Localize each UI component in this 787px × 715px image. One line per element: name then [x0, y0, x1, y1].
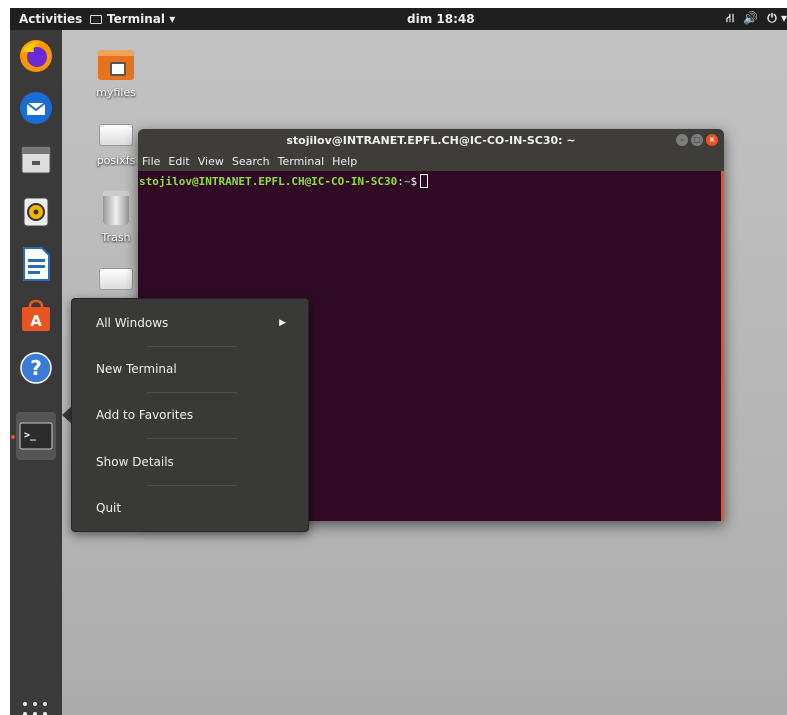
clock[interactable]: dim 18:48 [407, 12, 475, 26]
desktop-icon-posixfs[interactable]: posixfs [86, 124, 146, 167]
menu-item-label: Show Details [96, 455, 174, 469]
software-icon[interactable]: A [16, 296, 56, 336]
terminal-title-bar[interactable]: stojilov@INTRANET.EPFL.CH@IC-CO-IN-SC30:… [138, 129, 724, 151]
menu-item-label: All Windows [96, 316, 169, 330]
menu-item-label: New Terminal [96, 362, 177, 376]
terminal-icon[interactable]: >_ [16, 412, 56, 460]
menu-help[interactable]: Help [332, 155, 357, 168]
menu-item-quit[interactable]: Quit [72, 485, 308, 531]
show-applications-icon[interactable] [23, 702, 49, 715]
submenu-arrow-icon: ▶ [279, 318, 286, 328]
desktop-icon-label: myfiles [96, 86, 136, 99]
network-icon[interactable]: ⛙ [726, 11, 734, 27]
menu-file[interactable]: File [142, 155, 160, 168]
terminal-title: stojilov@INTRANET.EPFL.CH@IC-CO-IN-SC30:… [286, 133, 576, 147]
dock: A ? >_ [10, 30, 62, 715]
minimize-icon[interactable]: – [676, 134, 688, 146]
menu-view[interactable]: View [198, 155, 224, 168]
prompt-colon: : [397, 175, 404, 188]
menu-item-show-details[interactable]: Show Details [72, 439, 308, 485]
desktop-icon-label: posixfs [96, 154, 136, 167]
menu-item-label: Add to Favorites [96, 408, 194, 422]
firefox-icon[interactable] [16, 36, 56, 76]
volume-icon[interactable]: 🔊 [743, 11, 758, 27]
app-menu[interactable]: Terminal ▾ [90, 12, 175, 26]
drive-icon [99, 124, 133, 146]
scrollbar-edge[interactable] [721, 171, 724, 521]
terminal-menubar: File Edit View Search Terminal Help [138, 151, 724, 171]
menu-item-label: Quit [96, 501, 122, 515]
activities-button[interactable]: Activities [19, 12, 82, 26]
desktop-icon-trash[interactable]: Trash [86, 191, 146, 244]
desktop-icon-myfiles[interactable]: myfiles [86, 50, 146, 99]
maximize-icon[interactable]: □ [691, 134, 703, 146]
menu-terminal[interactable]: Terminal [278, 155, 325, 168]
help-icon[interactable]: ? [16, 348, 56, 388]
software-glyph: A [30, 312, 42, 330]
system-tray[interactable]: ⛙ 🔊 ⏻ ▾ [726, 11, 787, 27]
help-glyph: ? [30, 356, 42, 380]
folder-icon [98, 50, 134, 80]
menu-edit[interactable]: Edit [168, 155, 189, 168]
files-icon[interactable] [16, 140, 56, 180]
menu-item-all-windows[interactable]: All Windows ▶ [72, 300, 308, 346]
writer-icon[interactable] [16, 244, 56, 284]
desktop-icon-drive[interactable] [86, 268, 146, 290]
close-icon[interactable]: × [706, 134, 718, 146]
terminal-glyph: >_ [24, 430, 37, 441]
running-indicator [11, 435, 15, 439]
prompt-path: ~ [403, 175, 411, 188]
thunderbird-icon[interactable] [16, 88, 56, 128]
rhythmbox-icon[interactable] [16, 192, 56, 232]
drive-icon [99, 268, 133, 290]
power-icon[interactable]: ⏻ ▾ [767, 11, 787, 27]
screen: Activities Terminal ▾ dim 18:48 ⛙ 🔊 ⏻ ▾ [10, 8, 787, 715]
trash-icon [103, 191, 129, 225]
dock-context-menu: All Windows ▶ New Terminal Add to Favori… [71, 298, 309, 532]
window-controls: – □ × [676, 134, 718, 146]
menu-item-new-terminal[interactable]: New Terminal [72, 346, 308, 392]
app-menu-label: Terminal ▾ [107, 12, 176, 26]
menu-item-add-to-favorites[interactable]: Add to Favorites [72, 392, 308, 438]
text-cursor [420, 174, 429, 188]
desktop-icon-label: Trash [101, 231, 131, 244]
menu-search[interactable]: Search [232, 155, 270, 168]
prompt-user: stojilov@INTRANET.EPFL.CH@IC-CO-IN-SC30 [139, 175, 398, 188]
top-bar: Activities Terminal ▾ dim 18:48 ⛙ 🔊 ⏻ ▾ [10, 8, 787, 30]
prompt-symbol: $ [410, 175, 418, 188]
terminal-small-icon [90, 14, 102, 24]
